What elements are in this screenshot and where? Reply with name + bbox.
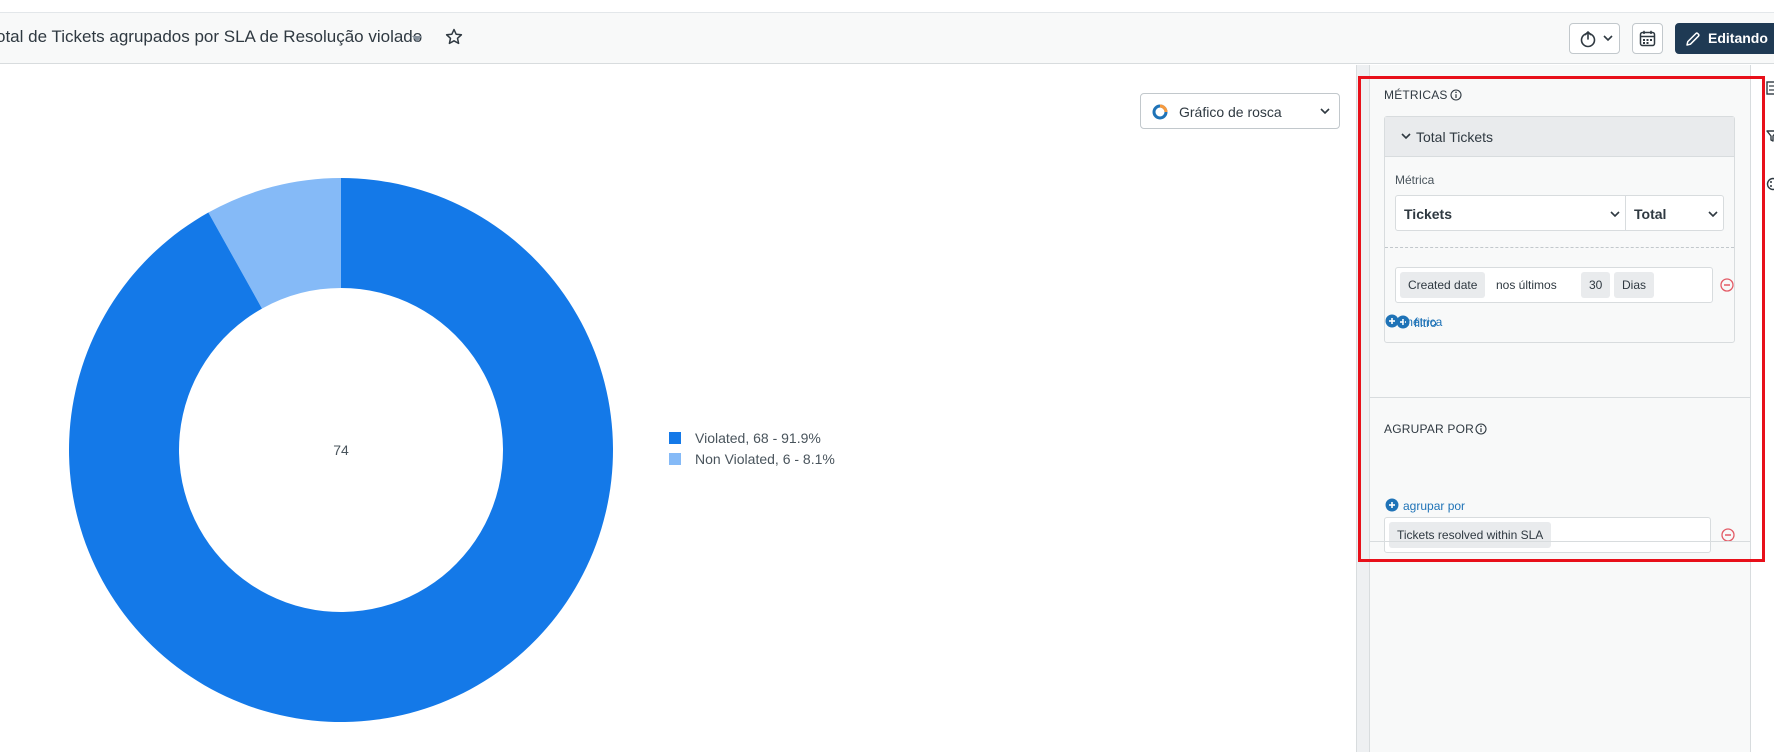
- dashed-divider: [1385, 247, 1734, 248]
- legend-label: Non Violated, 6 - 8.1%: [695, 451, 835, 467]
- top-strip: [0, 0, 1774, 13]
- section-divider: [1370, 541, 1750, 542]
- donut-chart: 74: [68, 178, 613, 722]
- pencil-icon: [1686, 32, 1700, 46]
- plus-circle-icon: [1385, 314, 1399, 328]
- add-group-by-link[interactable]: agrupar por: [1385, 498, 1495, 514]
- group-by-field[interactable]: Tickets resolved within SLA: [1384, 517, 1711, 553]
- metric-select-value: Tickets: [1404, 206, 1452, 222]
- metric-card-title: Total Tickets: [1416, 129, 1494, 145]
- chart-type-select[interactable]: Gráfico de rosca: [1140, 93, 1340, 129]
- report-header: otal de Tickets agrupados por SLA de Res…: [0, 13, 1774, 64]
- filter-icon[interactable]: [1765, 129, 1774, 143]
- filter-unit-chip[interactable]: Dias: [1614, 272, 1655, 298]
- legend-label: Violated, 68 - 91.9%: [695, 430, 821, 446]
- report-title[interactable]: otal de Tickets agrupados por SLA de Res…: [0, 27, 422, 47]
- date-range-button[interactable]: [1632, 23, 1663, 54]
- add-metric-label: métrica: [1403, 315, 1443, 329]
- remove-group-icon[interactable]: [1721, 528, 1735, 542]
- add-metric-link[interactable]: métrica: [1385, 314, 1475, 330]
- panel-resize-divider[interactable]: [1356, 65, 1370, 752]
- info-icon[interactable]: [1475, 423, 1487, 435]
- calendar-icon: [1639, 30, 1656, 47]
- metric-filter[interactable]: Created date nos últimos 30 Dias: [1395, 267, 1713, 303]
- group-by-section-label: AGRUPAR POR: [1384, 422, 1474, 436]
- chevron-down-icon: [1708, 211, 1718, 218]
- info-icon[interactable]: [1450, 89, 1462, 101]
- editing-button[interactable]: Editando: [1675, 23, 1774, 54]
- chevron-down-icon: [1603, 35, 1613, 42]
- title-caret-icon[interactable]: [412, 36, 422, 42]
- palette-icon[interactable]: [1765, 177, 1774, 191]
- star-icon[interactable]: [444, 27, 464, 47]
- metric-field-label: Métrica: [1395, 173, 1435, 187]
- editing-label: Editando: [1708, 30, 1768, 46]
- chart-type-label: Gráfico de rosca: [1179, 104, 1282, 120]
- add-group-by-label: agrupar por: [1403, 499, 1466, 513]
- data-config-icon[interactable]: [1765, 81, 1774, 95]
- section-divider: [1370, 397, 1750, 398]
- chart-area: Gráfico de rosca 74 Violated, 68 - 91.9%…: [0, 65, 1356, 752]
- filter-amount-chip[interactable]: 30: [1581, 272, 1611, 298]
- metric-select[interactable]: Tickets: [1395, 195, 1626, 231]
- filter-field-chip[interactable]: Created date: [1400, 272, 1486, 298]
- chevron-down-icon: [1401, 133, 1411, 140]
- metric-card: Total Tickets Métrica Tickets Total Crea…: [1384, 116, 1735, 343]
- export-button[interactable]: [1569, 23, 1620, 54]
- panel-side-toolbar: [1750, 65, 1774, 752]
- metric-card-header[interactable]: Total Tickets: [1385, 117, 1734, 157]
- filter-operator[interactable]: nos últimos: [1496, 278, 1557, 292]
- export-icon: [1580, 31, 1596, 48]
- legend-swatch: [669, 453, 681, 465]
- chevron-down-icon: [1320, 108, 1330, 115]
- donut-center-label: 74: [333, 442, 349, 458]
- aggregation-select-value: Total: [1634, 206, 1667, 222]
- donut-chart-icon: [1152, 104, 1168, 120]
- metrics-section-label: MÉTRICAS: [1384, 88, 1448, 102]
- group-by-chip[interactable]: Tickets resolved within SLA: [1389, 522, 1552, 548]
- chevron-down-icon: [1610, 211, 1620, 218]
- aggregation-select[interactable]: Total: [1625, 195, 1724, 231]
- legend-swatch: [669, 432, 681, 444]
- plus-circle-icon: [1385, 498, 1399, 512]
- remove-filter-icon[interactable]: [1720, 278, 1734, 292]
- config-panel: MÉTRICAS Total Tickets Métrica Tickets T…: [1370, 65, 1750, 752]
